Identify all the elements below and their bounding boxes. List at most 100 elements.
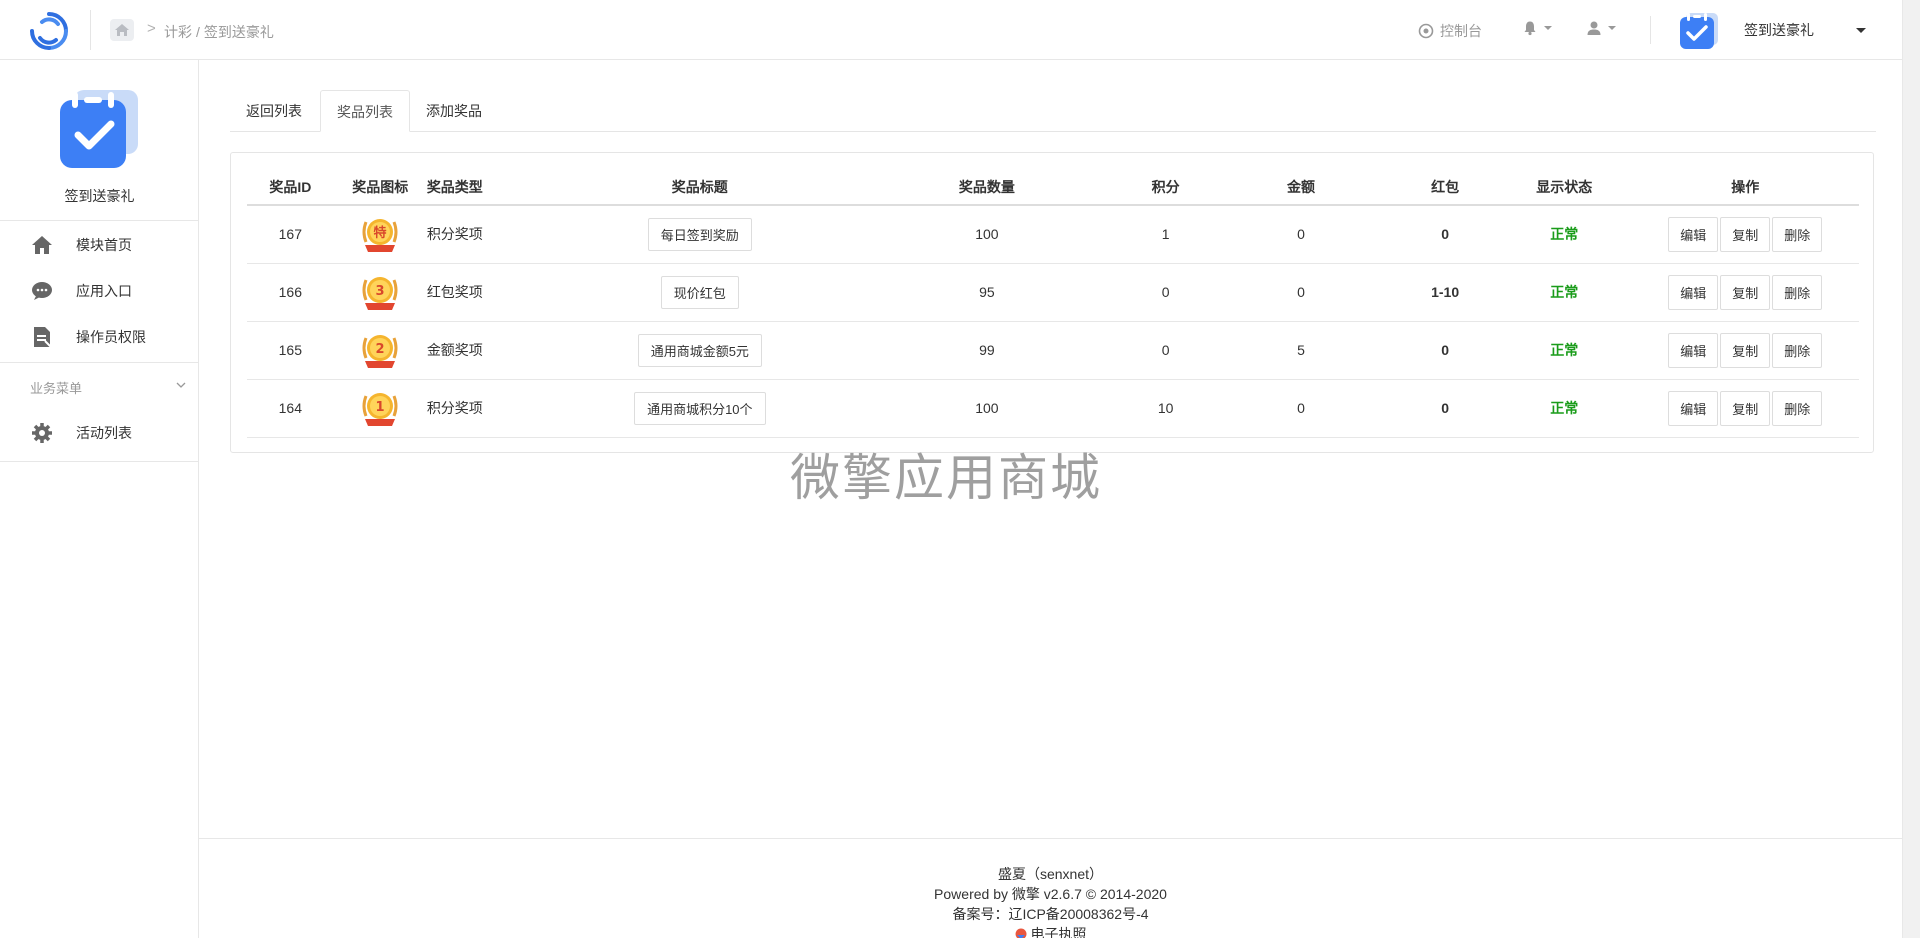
home-button[interactable] [110,19,134,41]
module-title: 签到送豪礼 [64,188,135,204]
tab-back-to-list[interactable]: 返回列表 [230,90,318,132]
chevron-down-icon[interactable] [176,380,186,390]
license-badge-icon [1015,928,1026,938]
home-icon [32,236,52,254]
divider [0,461,199,462]
copy-button[interactable]: 复制 [1720,390,1771,426]
prize-type: 金额奖项 [426,321,549,380]
delete-button[interactable]: 删除 [1772,216,1823,252]
col-header: 红包 [1393,169,1498,206]
prize-title: 每日签到奖励 [647,217,752,251]
medal-icon: 2 [362,335,398,368]
status-badge: 正常 [1497,321,1632,380]
user-dropdown[interactable] [1586,20,1616,36]
sidebar-item-entry[interactable]: 应用入口 [0,269,199,313]
prize-type: 红包奖项 [426,263,549,322]
medal-icon: 1 [362,393,398,426]
prize-title: 通用商城金额5元 [637,333,762,367]
col-header: 积分 [1122,169,1209,206]
sidebar-item-label: 活动列表 [76,425,132,441]
status-badge: 正常 [1497,379,1632,438]
footer: 盛夏（senxnet） Powered by 微擎 v2.6.7 © 2014-… [199,864,1902,938]
logo-icon[interactable] [28,10,70,52]
col-header: 金额 [1208,169,1394,206]
prize-redpack: 0 [1393,379,1498,438]
prize-redpack: 0 [1393,321,1498,380]
col-header: 操作 [1631,169,1859,206]
prize-id: 165 [247,321,334,380]
copy-button[interactable]: 复制 [1720,216,1771,252]
notification-dropdown[interactable] [1522,20,1552,36]
user-icon [1587,21,1601,35]
console-link[interactable]: 控制台 [1418,21,1482,41]
medal-icon: 特 [362,219,398,253]
delete-button[interactable]: 删除 [1772,332,1823,368]
breadcrumb-separator: / [196,24,200,40]
dashboard-icon [1418,23,1434,39]
prize-amount: 0 [1208,205,1394,264]
prize-redpack: 1-10 [1393,263,1498,322]
tab-add-prize[interactable]: 添加奖品 [410,90,498,132]
sidebar-item-label: 模块首页 [76,237,132,253]
prize-points: 0 [1122,321,1209,380]
watermark: 微擎应用商城 [790,450,1102,506]
prize-quantity: 100 [851,205,1123,264]
sidebar-item-operator-permissions[interactable]: 操作员权限 [0,315,199,359]
breadcrumb-chevron: > [147,20,156,37]
divider [199,838,1902,839]
prize-type: 积分奖项 [426,379,549,438]
breadcrumb-item[interactable]: 计彩 [164,24,192,40]
sidebar-group-label[interactable]: 业务菜单 [30,378,82,397]
footer-icp[interactable]: 备案号：辽ICP备20008362号-4 [199,904,1902,924]
medal-label: 2 [376,342,385,357]
prize-type: 积分奖项 [426,205,549,264]
edit-button[interactable]: 编辑 [1668,332,1719,368]
tab-prize-list[interactable]: 奖品列表 [320,90,410,132]
prize-table: 奖品ID 奖品图标 奖品类型 奖品标题 奖品数量 积分 金额 红包 显示状态 操… [247,169,1859,438]
document-icon [34,327,52,348]
sidebar-item-label: 应用入口 [76,283,132,299]
chat-icon [32,282,52,300]
console-label: 控制台 [1440,23,1482,39]
sidebar-item-activity-list[interactable]: 活动列表 [0,411,199,455]
footer-powered-by: Powered by 微擎 v2.6.7 © 2014-2020 [934,886,1167,902]
delete-button[interactable]: 删除 [1772,390,1823,426]
col-header: 奖品图标 [333,169,427,206]
divider [1650,16,1651,44]
calendar-check-icon [1680,13,1718,49]
edit-button[interactable]: 编辑 [1668,390,1719,426]
prize-points: 1 [1122,205,1209,264]
app-name: 签到送豪礼 [1744,22,1814,38]
prize-amount: 0 [1208,379,1394,438]
medal-icon: 3 [362,277,398,310]
prize-title: 通用商城积分10个 [634,391,766,425]
footer-license-link[interactable]: 电子执照 [1015,924,1087,938]
scrollbar[interactable] [1902,0,1920,938]
footer-company: 盛夏（senxnet） [997,866,1104,882]
col-header: 显示状态 [1497,169,1632,206]
prize-id: 164 [247,379,334,438]
copy-button[interactable]: 复制 [1720,274,1771,310]
edit-button[interactable]: 编辑 [1668,216,1719,252]
top-bar: > 计彩 / 签到送豪礼 控制台 签到送豪礼 [0,0,1902,60]
sidebar: 签到送豪礼 模块首页 应用入口 操作员权限 业务菜单 活动列表 [0,60,199,938]
medal-label: 特 [374,225,387,241]
divider [90,10,91,50]
copy-button[interactable]: 复制 [1720,332,1771,368]
sidebar-item-home[interactable]: 模块首页 [0,223,199,267]
breadcrumb: 计彩 / 签到送豪礼 [164,22,278,42]
col-header: 奖品数量 [851,169,1123,206]
gear-icon [32,423,52,443]
bell-icon [1524,21,1536,36]
medal-label: 1 [376,400,385,415]
prize-quantity: 99 [851,321,1123,380]
table-header-row: 奖品ID 奖品图标 奖品类型 奖品标题 奖品数量 积分 金额 红包 显示状态 操… [247,169,1859,206]
table-row: 165 2 金额奖项 通用商城金额5元 99 0 5 0 正常 编辑 复制 删除 [247,321,1859,380]
col-header: 奖品ID [247,169,334,206]
edit-button[interactable]: 编辑 [1668,274,1719,310]
prize-redpack: 0 [1393,205,1498,264]
status-badge: 正常 [1497,205,1632,264]
breadcrumb-current: 签到送豪礼 [203,24,274,40]
delete-button[interactable]: 删除 [1772,274,1823,310]
app-switcher[interactable]: 签到送豪礼 [1678,10,1866,50]
